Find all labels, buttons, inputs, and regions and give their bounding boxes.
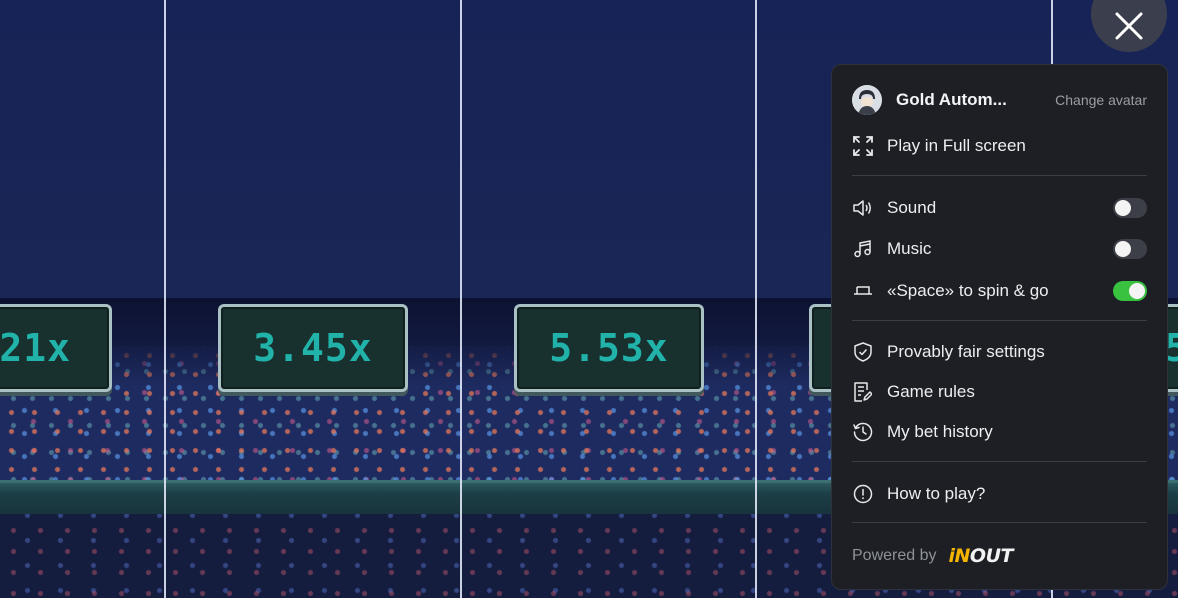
- lane-divider: [460, 0, 462, 598]
- username: Gold Autom...: [896, 90, 1007, 109]
- divider: [852, 522, 1147, 523]
- provably-fair-item[interactable]: Provably fair settings: [852, 337, 1147, 367]
- multiplier-box: 5.53x: [514, 304, 704, 392]
- divider: [852, 461, 1147, 462]
- music-row: Music: [852, 234, 1147, 264]
- music-label: Music: [887, 239, 932, 258]
- music-toggle[interactable]: [1113, 239, 1147, 259]
- settings-menu: Gold Autom... Change avatar Play in Full…: [831, 64, 1168, 590]
- bet-history-item[interactable]: My bet history: [852, 417, 1147, 447]
- multiplier-value: 5.53x: [549, 326, 669, 370]
- how-to-play-label: How to play?: [887, 484, 986, 503]
- spacebar-icon: [852, 280, 874, 302]
- toggle-knob: [1129, 283, 1145, 299]
- sound-row: Sound: [852, 193, 1147, 223]
- bet-history-label: My bet history: [887, 422, 993, 441]
- multiplier-box: 21x: [0, 304, 112, 392]
- game-rules-item[interactable]: Game rules: [852, 377, 1147, 407]
- how-to-play-item[interactable]: How to play?: [852, 479, 1147, 509]
- sound-toggle[interactable]: [1113, 198, 1147, 218]
- space-spin-toggle[interactable]: [1113, 281, 1147, 301]
- fullscreen-icon: [852, 135, 874, 157]
- space-spin-label: «Space» to spin & go: [887, 281, 1049, 300]
- change-avatar-link[interactable]: Change avatar: [1055, 92, 1147, 108]
- lane-divider: [164, 0, 166, 598]
- powered-by-text: Powered by: [852, 547, 937, 564]
- multiplier-value: 3.45x: [253, 326, 373, 370]
- logo-in-text: iN: [948, 545, 971, 567]
- logo-out-text: OUT: [969, 545, 1014, 567]
- info-alert-icon: [852, 483, 874, 505]
- music-note-icon: [852, 238, 874, 260]
- speaker-icon: [852, 197, 874, 219]
- history-clock-icon: [852, 421, 874, 443]
- inout-logo[interactable]: iNOUT: [948, 545, 1014, 567]
- lane-divider: [755, 0, 757, 598]
- powered-by: Powered by iNOUT: [852, 545, 1013, 567]
- avatar[interactable]: [852, 85, 882, 115]
- avatar-icon: [852, 85, 882, 115]
- space-spin-row: «Space» to spin & go: [852, 276, 1147, 306]
- toggle-knob: [1115, 241, 1131, 257]
- fullscreen-item[interactable]: Play in Full screen: [852, 131, 1147, 161]
- close-icon: [1115, 12, 1143, 40]
- sound-label: Sound: [887, 198, 937, 217]
- profile-row: Gold Autom... Change avatar: [852, 85, 1147, 115]
- divider: [852, 175, 1147, 176]
- game-rules-label: Game rules: [887, 382, 975, 401]
- multiplier-box: 3.45x: [218, 304, 408, 392]
- shield-check-icon: [852, 341, 874, 363]
- divider: [852, 320, 1147, 321]
- multiplier-value: 21x: [0, 326, 71, 370]
- provably-fair-label: Provably fair settings: [887, 342, 1045, 361]
- toggle-knob: [1115, 200, 1131, 216]
- rules-document-icon: [852, 381, 874, 403]
- fullscreen-label: Play in Full screen: [887, 136, 1026, 155]
